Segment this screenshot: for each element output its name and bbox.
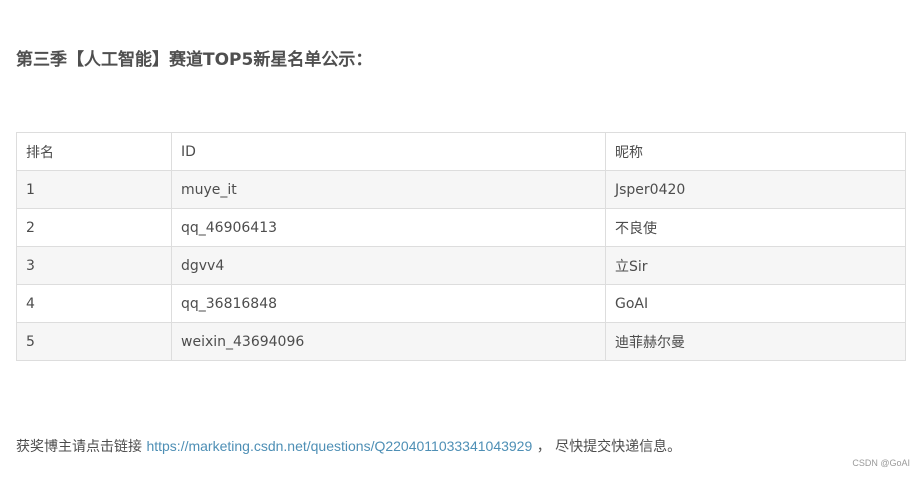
table-row: 1 muye_it Jsper0420 [16, 170, 906, 209]
header-rank: 排名 [16, 132, 172, 171]
table-row: 3 dgvv4 立Sir [16, 246, 906, 285]
rank-cell: 5 [16, 322, 172, 361]
footer-suffix: ， 尽快提交快递信息。 [532, 439, 682, 455]
footer-instruction: 获奖博主请点击链接 https://marketing.csdn.net/que… [16, 435, 681, 458]
nickname-cell: GoAI [605, 284, 906, 323]
winners-table: 排名 ID 昵称 1 muye_it Jsper0420 2 qq_469064… [16, 132, 906, 361]
submission-link[interactable]: https://marketing.csdn.net/questions/Q22… [146, 438, 532, 454]
rank-cell: 2 [16, 208, 172, 247]
nickname-cell: Jsper0420 [605, 170, 906, 209]
header-id: ID [171, 132, 606, 171]
table-row: 4 qq_36816848 GoAI [16, 284, 906, 323]
nickname-cell: 立Sir [605, 246, 906, 285]
table-header-row: 排名 ID 昵称 [16, 132, 906, 171]
rank-cell: 4 [16, 284, 172, 323]
header-nickname: 昵称 [605, 132, 906, 171]
table-row: 5 weixin_43694096 迪菲赫尔曼 [16, 322, 906, 361]
rank-cell: 3 [16, 246, 172, 285]
id-cell: weixin_43694096 [171, 322, 606, 361]
rank-cell: 1 [16, 170, 172, 209]
table-row: 2 qq_46906413 不良使 [16, 208, 906, 247]
id-cell: dgvv4 [171, 246, 606, 285]
id-cell: muye_it [171, 170, 606, 209]
csdn-watermark: CSDN @GoAI [852, 458, 910, 468]
id-cell: qq_46906413 [171, 208, 606, 247]
id-cell: qq_36816848 [171, 284, 606, 323]
footer-prefix: 获奖博主请点击链接 [16, 439, 147, 455]
page-heading: 第三季【人工智能】赛道TOP5新星名单公示： [16, 50, 373, 70]
nickname-cell: 不良使 [605, 208, 906, 247]
nickname-cell: 迪菲赫尔曼 [605, 322, 906, 361]
